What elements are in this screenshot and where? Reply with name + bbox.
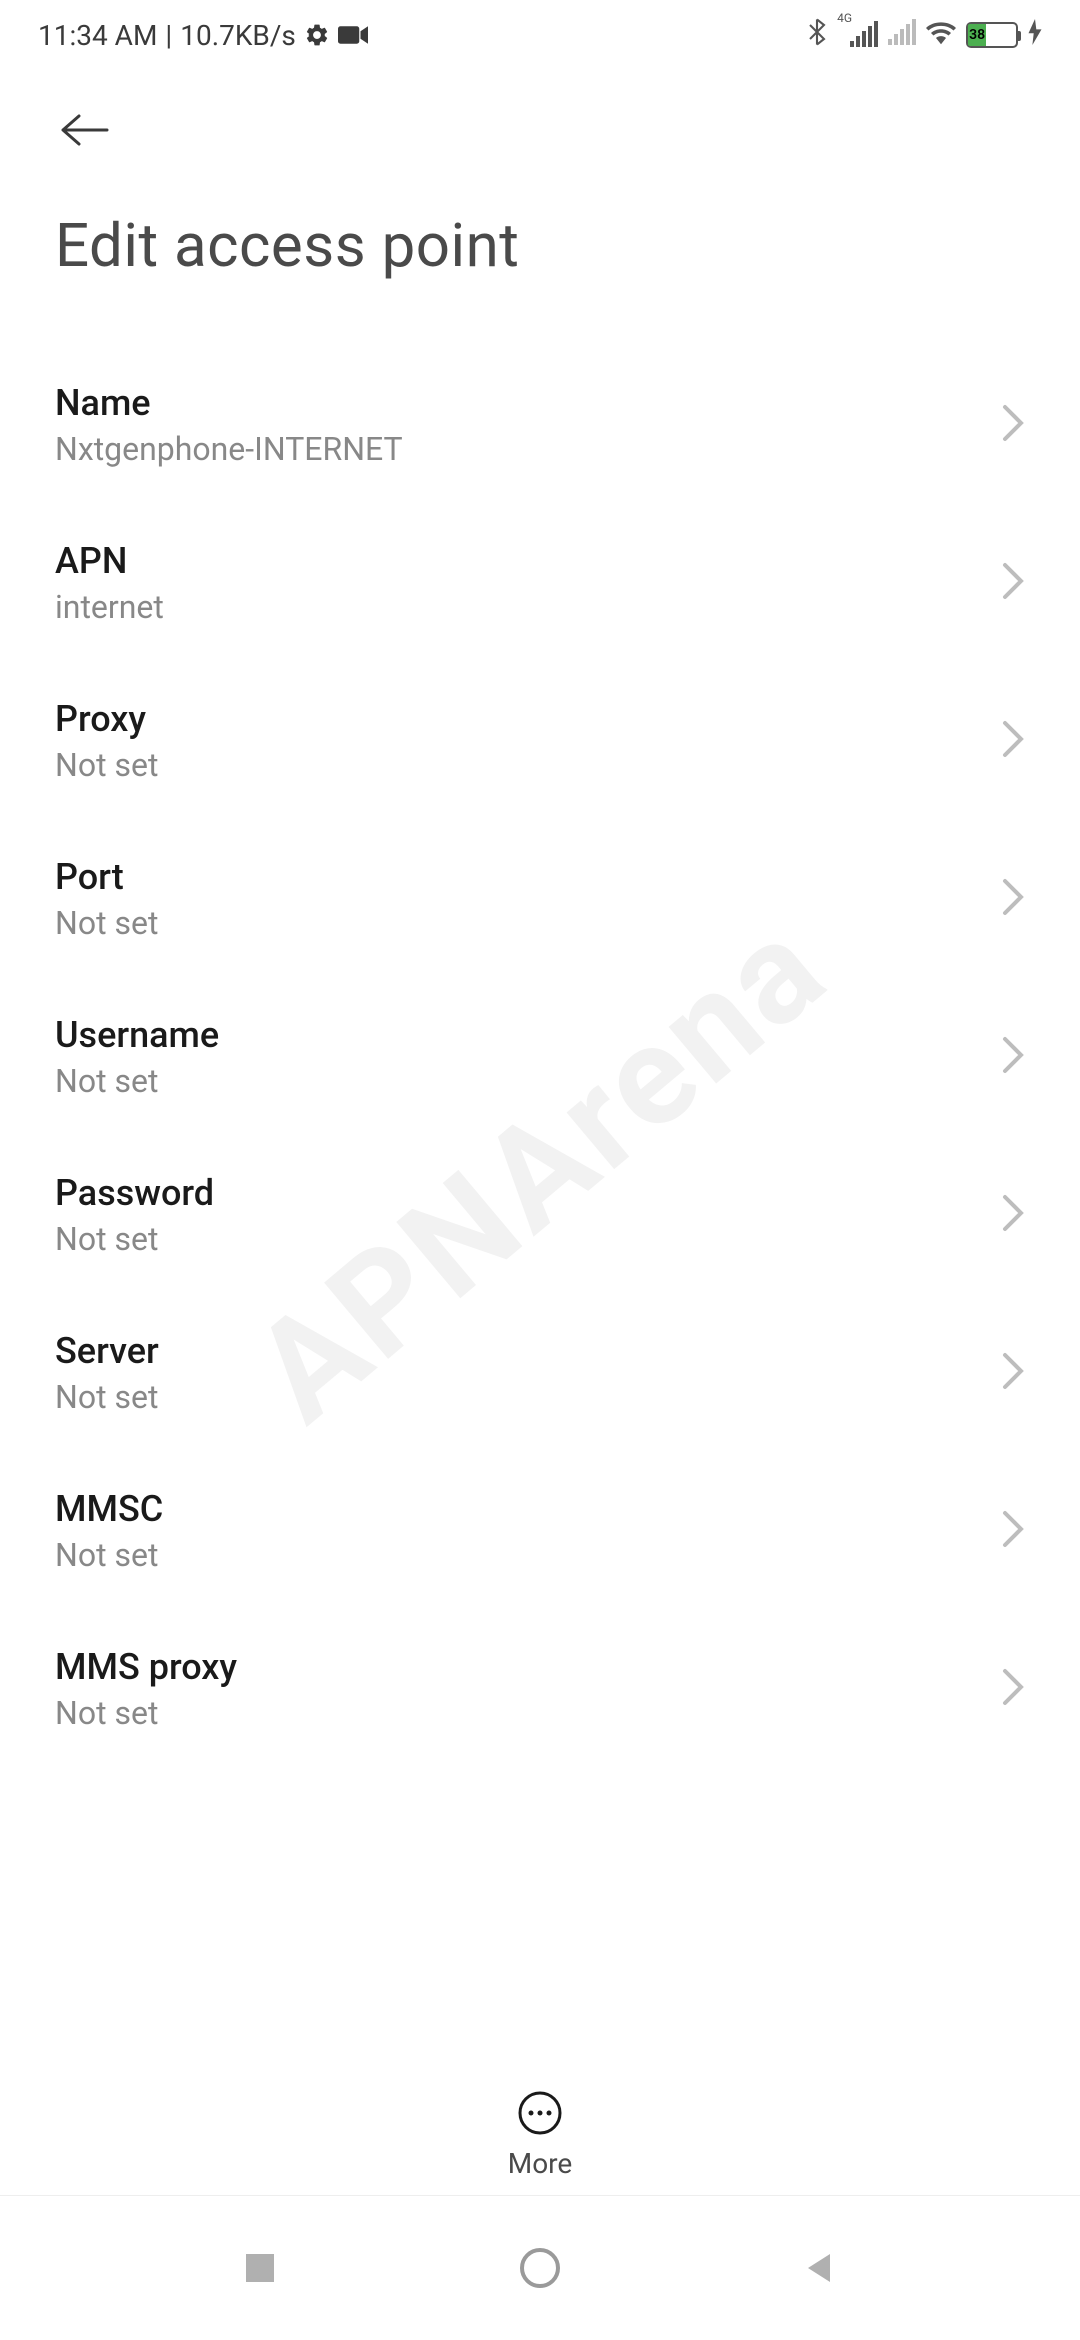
header xyxy=(0,70,1080,170)
signal-4g-icon: 4G xyxy=(837,23,878,47)
row-value: Nxtgenphone-INTERNET xyxy=(55,430,403,468)
status-separator: | xyxy=(165,19,172,52)
row-value: Not set xyxy=(55,1694,237,1732)
row-value: Not set xyxy=(55,1378,159,1416)
row-label: MMSC xyxy=(55,1488,163,1530)
back-button[interactable] xyxy=(55,100,115,160)
battery-icon: 38 xyxy=(966,22,1018,48)
row-label: Name xyxy=(55,382,403,424)
chevron-right-icon xyxy=(1001,1667,1025,1711)
bottom-action-bar: More xyxy=(0,2075,1080,2195)
chevron-right-icon xyxy=(1001,1351,1025,1395)
row-label: APN xyxy=(55,540,164,582)
row-label: Server xyxy=(55,1330,159,1372)
row-value: Not set xyxy=(55,1062,219,1100)
signal-secondary-icon xyxy=(888,19,916,52)
wifi-icon xyxy=(926,19,956,52)
row-label: Proxy xyxy=(55,698,158,740)
row-mms-proxy[interactable]: MMS proxy Not set xyxy=(0,1610,1080,1768)
more-icon xyxy=(518,2091,562,2139)
row-value: Not set xyxy=(55,746,158,784)
nav-home-button[interactable] xyxy=(500,2228,580,2308)
more-label: More xyxy=(508,2147,573,2180)
bluetooth-icon xyxy=(807,18,827,53)
row-label: Port xyxy=(55,856,158,898)
chevron-right-icon xyxy=(1001,403,1025,447)
chevron-right-icon xyxy=(1001,1509,1025,1553)
status-time: 11:34 AM xyxy=(38,19,157,52)
row-mmsc[interactable]: MMSC Not set xyxy=(0,1452,1080,1610)
chevron-right-icon xyxy=(1001,561,1025,605)
chevron-right-icon xyxy=(1001,719,1025,763)
row-apn[interactable]: APN internet xyxy=(0,504,1080,662)
fade-overlay xyxy=(0,2035,1080,2075)
chevron-right-icon xyxy=(1001,1035,1025,1079)
row-password[interactable]: Password Not set xyxy=(0,1136,1080,1294)
chevron-right-icon xyxy=(1001,877,1025,921)
row-label: MMS proxy xyxy=(55,1646,237,1688)
row-name[interactable]: Name Nxtgenphone-INTERNET xyxy=(0,346,1080,504)
row-label: Username xyxy=(55,1014,219,1056)
row-value: Not set xyxy=(55,1536,163,1574)
row-label: Password xyxy=(55,1172,214,1214)
gear-icon xyxy=(304,22,330,48)
row-proxy[interactable]: Proxy Not set xyxy=(0,662,1080,820)
row-value: Not set xyxy=(55,904,158,942)
row-username[interactable]: Username Not set xyxy=(0,978,1080,1136)
page-title: Edit access point xyxy=(0,170,1080,311)
more-button[interactable]: More xyxy=(508,2091,573,2180)
status-data-rate: 10.7KB/s xyxy=(180,19,296,52)
settings-list: Name Nxtgenphone-INTERNET APN internet P… xyxy=(0,311,1080,1768)
row-server[interactable]: Server Not set xyxy=(0,1294,1080,1452)
charging-icon xyxy=(1028,19,1042,52)
nav-recents-button[interactable] xyxy=(220,2228,300,2308)
camera-icon xyxy=(338,24,368,46)
navigation-bar xyxy=(0,2195,1080,2340)
status-bar: 11:34 AM | 10.7KB/s 4G xyxy=(0,0,1080,70)
chevron-right-icon xyxy=(1001,1193,1025,1237)
nav-back-button[interactable] xyxy=(780,2228,860,2308)
row-value: Not set xyxy=(55,1220,214,1258)
row-value: internet xyxy=(55,588,164,626)
row-port[interactable]: Port Not set xyxy=(0,820,1080,978)
